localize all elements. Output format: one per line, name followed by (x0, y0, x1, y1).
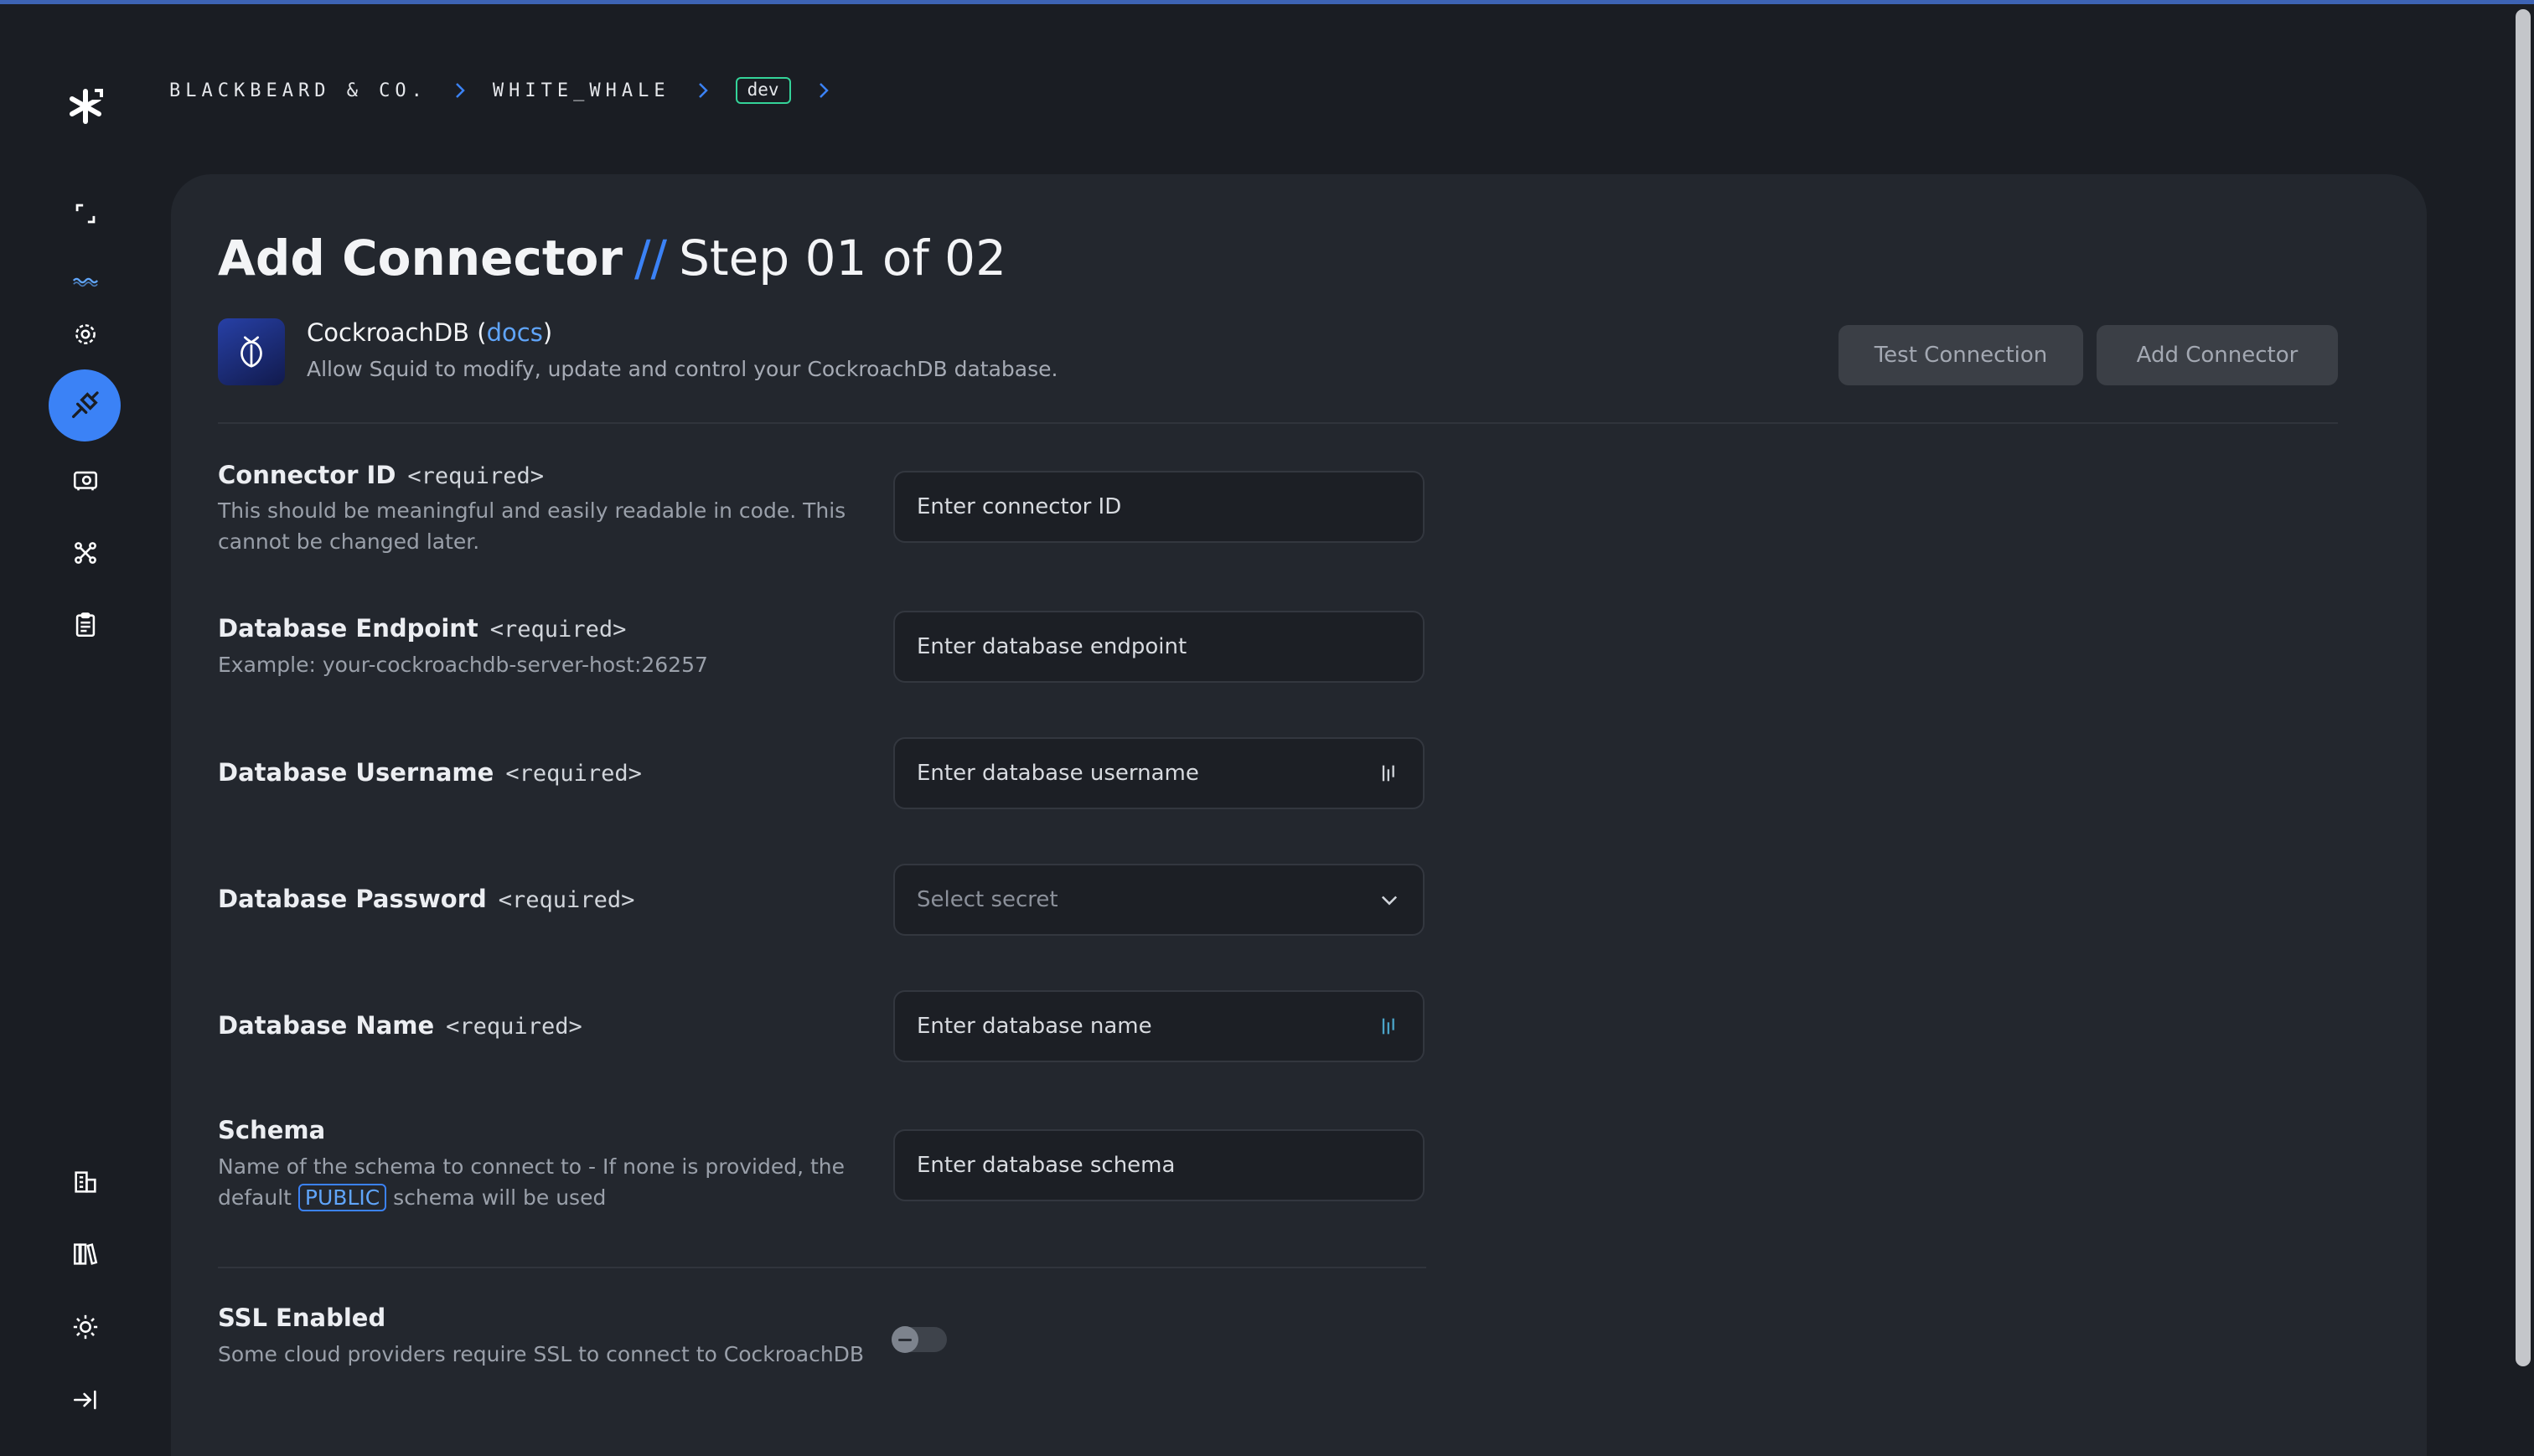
logout-icon[interactable] (55, 1370, 116, 1430)
paren-close: ) (542, 318, 553, 347)
ssl-label-text: SSL Enabled (218, 1304, 386, 1332)
ssl-toggle[interactable] (892, 1326, 947, 1353)
page-title-main: Add Connector (218, 230, 623, 287)
vault-icon[interactable] (55, 451, 116, 511)
dbname-label: Database Name <required> (218, 1011, 582, 1040)
schema-help: Name of the schema to connect to - If no… (218, 1151, 855, 1213)
endpoint-input[interactable]: Enter database endpoint (893, 611, 1425, 683)
schema-label-text: Schema (218, 1116, 326, 1144)
scrollbar[interactable] (2512, 4, 2534, 1441)
breadcrumb-org[interactable]: BLACKBEARD & CO. (169, 80, 427, 101)
username-input[interactable]: Enter database username (893, 737, 1425, 809)
schema-label: Schema (218, 1116, 325, 1144)
chevron-down-icon[interactable] (1378, 888, 1401, 911)
password-label-text: Database Password (218, 885, 487, 913)
wave-icon[interactable] (55, 250, 116, 311)
chevron-right-icon (446, 76, 474, 105)
organization-icon[interactable] (55, 1152, 116, 1212)
required-tag: <required> (407, 463, 544, 489)
library-icon[interactable] (55, 1224, 116, 1284)
page-title-separator: // (634, 230, 668, 287)
required-tag: <required> (489, 617, 627, 643)
username-label-text: Database Username (218, 758, 494, 787)
add-connector-button[interactable]: Add Connector (2097, 325, 2338, 385)
settings-cog-icon[interactable] (55, 304, 116, 364)
page-title-step: Step 01 of 02 (679, 230, 1006, 287)
endpoint-label-text: Database Endpoint (218, 614, 478, 643)
schema-input[interactable]: Enter database schema (893, 1129, 1425, 1201)
ssl-help: Some cloud providers require SSL to conn… (218, 1342, 865, 1366)
username-label: Database Username <required> (218, 758, 642, 787)
connector-id-input[interactable]: Enter connector ID (893, 471, 1425, 543)
collapse-icon[interactable] (55, 183, 116, 244)
chevron-right-icon[interactable] (809, 76, 838, 105)
docs-link[interactable]: docs (487, 318, 543, 347)
dbname-placeholder: Enter database name (917, 1014, 1152, 1039)
integrations-graph-icon[interactable] (55, 523, 116, 583)
connector-name: CockroachDB (docs) (307, 318, 552, 347)
environment-badge[interactable]: dev (735, 77, 791, 104)
ssl-label: SSL Enabled (218, 1304, 385, 1332)
endpoint-placeholder: Enter database endpoint (917, 634, 1187, 659)
connector-name-text: CockroachDB (307, 318, 470, 347)
form-divider (218, 1267, 1426, 1268)
sidebar (0, 4, 168, 1441)
main-panel: Add Connector//Step 01 of 02 CockroachDB… (171, 174, 2427, 1456)
settings-sun-icon[interactable] (55, 1297, 116, 1357)
dbname-label-text: Database Name (218, 1011, 435, 1040)
clipboard-icon[interactable] (55, 595, 116, 655)
username-placeholder: Enter database username (917, 761, 1199, 786)
breadcrumb: BLACKBEARD & CO. WHITE_WHALE dev (169, 74, 856, 107)
password-label: Database Password <required> (218, 885, 634, 913)
header-divider (218, 422, 2338, 424)
paren-open: ( (469, 318, 487, 347)
endpoint-help: Example: your-cockroachdb-server-host:26… (218, 653, 708, 677)
dbname-input[interactable]: Enter database name (893, 990, 1425, 1062)
window-top-border (0, 0, 2534, 4)
password-secret-select[interactable]: Select secret (893, 864, 1425, 936)
password-placeholder: Select secret (917, 887, 1058, 912)
schema-placeholder: Enter database schema (917, 1153, 1176, 1178)
connector-id-placeholder: Enter connector ID (917, 494, 1122, 519)
breadcrumb-project[interactable]: WHITE_WHALE (493, 80, 670, 101)
app-logo-icon[interactable] (64, 85, 107, 128)
required-tag: <required> (498, 887, 635, 913)
required-tag: <required> (446, 1014, 582, 1040)
page-title: Add Connector//Step 01 of 02 (218, 230, 1006, 287)
chevron-right-icon (689, 76, 717, 105)
connector-description: Allow Squid to modify, update and contro… (307, 357, 1058, 381)
secret-picker-icon[interactable] (1378, 762, 1401, 785)
required-tag: <required> (505, 761, 642, 787)
endpoint-label: Database Endpoint <required> (218, 614, 626, 643)
schema-help-after: schema will be used (386, 1185, 607, 1210)
scrollbar-thumb[interactable] (2516, 9, 2531, 1366)
cockroachdb-logo-icon (218, 318, 285, 385)
connector-id-help: This should be meaningful and easily rea… (218, 498, 846, 554)
connector-id-label: Connector ID <required> (218, 461, 544, 489)
connector-id-label-text: Connector ID (218, 461, 396, 489)
ssl-toggle-knob (892, 1326, 918, 1353)
secret-picker-icon[interactable] (1378, 1015, 1401, 1038)
public-schema-badge: PUBLIC (297, 1184, 387, 1211)
test-connection-button[interactable]: Test Connection (1838, 325, 2083, 385)
connector-plug-icon[interactable] (49, 369, 121, 441)
